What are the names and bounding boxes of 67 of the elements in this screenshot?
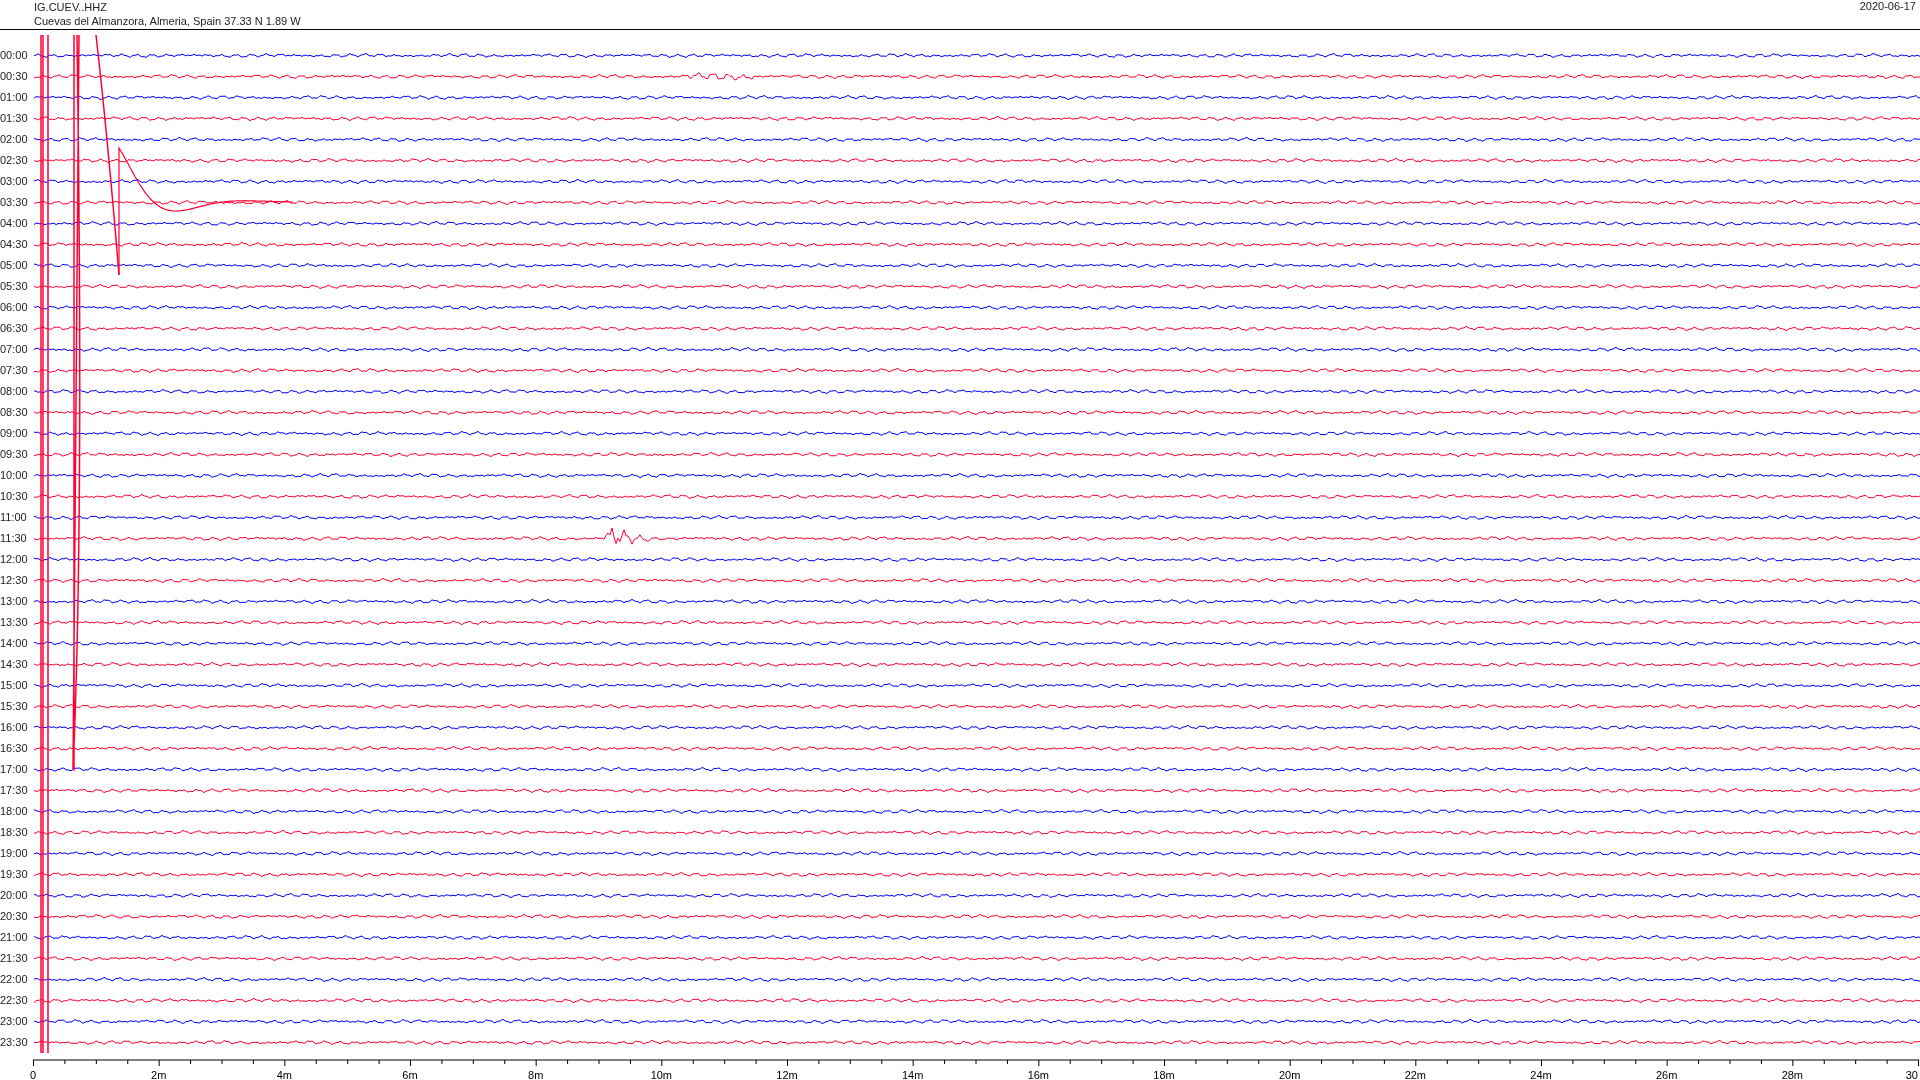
hour-label: 08:30 (0, 405, 29, 420)
hour-label: 17:00 (0, 762, 29, 777)
hour-label: 21:30 (0, 951, 29, 966)
axis-tick-label: 22m (1404, 1069, 1427, 1080)
hour-label: 06:00 (0, 300, 29, 315)
hour-label: 07:00 (0, 342, 29, 357)
hour-label: 03:00 (0, 174, 29, 189)
hour-label: 00:30 (0, 69, 29, 84)
hour-label: 00:00 (0, 48, 29, 63)
hour-label: 17:30 (0, 783, 29, 798)
axis-tick-label: 24m (1530, 1069, 1552, 1080)
hour-label: 20:00 (0, 888, 29, 903)
axis-tick-label: 14m (901, 1069, 924, 1080)
hour-label: 13:00 (0, 594, 29, 609)
axis-tick-label: 16m (1027, 1069, 1050, 1080)
hour-label: 02:30 (0, 153, 29, 168)
hour-label: 04:00 (0, 216, 29, 231)
hour-label: 18:30 (0, 825, 29, 840)
hour-label: 01:30 (0, 111, 29, 126)
hour-label: 18:00 (0, 804, 29, 819)
hour-label: 15:30 (0, 699, 29, 714)
hour-label: 04:30 (0, 237, 29, 252)
axis-tick-label: 30 (1905, 1069, 1918, 1080)
hour-label: 09:30 (0, 447, 29, 462)
hour-label: 10:00 (0, 468, 29, 483)
hour-label: 15:00 (0, 678, 29, 693)
hour-label: 14:30 (0, 657, 29, 672)
hour-label: 11:00 (0, 510, 28, 525)
hour-label: 01:00 (0, 90, 29, 105)
station-code: IG.CUEV..HHZ (34, 0, 108, 14)
hour-label: 16:00 (0, 720, 29, 735)
hour-label: 21:00 (0, 930, 29, 945)
axis-tick-label: 8m (528, 1069, 544, 1080)
axis-tick-label: 10m (650, 1069, 673, 1080)
hour-label: 13:30 (0, 615, 29, 630)
hour-label: 05:00 (0, 258, 29, 273)
hour-label: 07:30 (0, 363, 29, 378)
axis-tick-label: 6m (402, 1069, 418, 1080)
hour-label: 02:00 (0, 132, 29, 147)
axis-tick-label: 26m (1655, 1069, 1678, 1080)
axis-tick-label: 12m (776, 1069, 798, 1080)
hour-label: 23:00 (0, 1014, 29, 1029)
hour-label: 12:00 (0, 552, 29, 567)
hour-label: 09:00 (0, 426, 29, 441)
hour-label: 08:00 (0, 384, 29, 399)
hour-label: 22:00 (0, 972, 29, 987)
axis-tick-label: 2m (151, 1069, 167, 1080)
hour-label: 06:30 (0, 321, 29, 336)
hour-label: 03:30 (0, 195, 29, 210)
record-date: 2020-06-17 (1859, 0, 1916, 14)
hour-label: 11:30 (0, 531, 28, 546)
hour-label: 12:30 (0, 573, 29, 588)
hour-label: 20:30 (0, 909, 29, 924)
axis-tick-label: 4m (276, 1069, 292, 1080)
axis-tick-label: 18m (1153, 1069, 1175, 1080)
hour-label: 05:30 (0, 279, 29, 294)
station-location: Cuevas del Almanzora, Almeria, Spain 37.33 N 1.89 W (34, 14, 301, 28)
axis-tick-label: 0 (29, 1069, 37, 1080)
axis-tick-label: 28m (1781, 1069, 1804, 1080)
hour-label: 16:30 (0, 741, 29, 756)
hour-label: 19:00 (0, 846, 29, 861)
hour-label: 22:30 (0, 993, 29, 1008)
hour-label: 14:00 (0, 636, 29, 651)
hour-label: 19:30 (0, 867, 29, 882)
hour-label: 23:30 (0, 1035, 29, 1050)
hour-label: 10:30 (0, 489, 29, 504)
axis-tick-label: 20m (1278, 1069, 1301, 1080)
